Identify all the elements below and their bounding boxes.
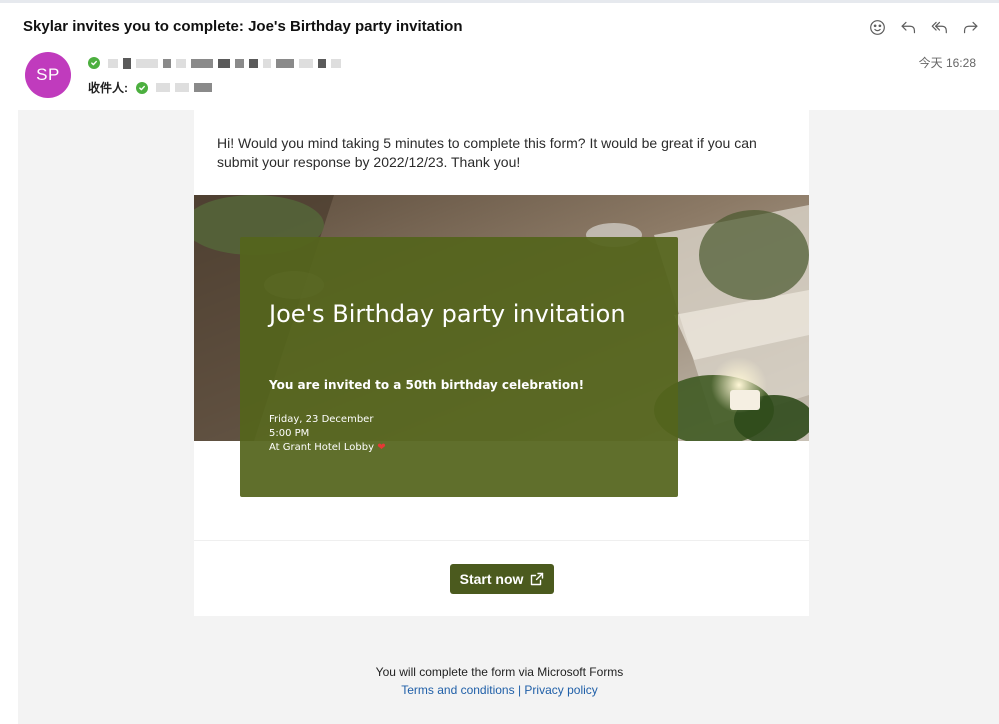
email-toolbar bbox=[867, 16, 981, 38]
section-divider bbox=[194, 540, 809, 541]
heart-icon: ❤ bbox=[377, 442, 386, 453]
emoji-icon[interactable] bbox=[867, 16, 888, 38]
external-link-icon bbox=[531, 572, 544, 586]
email-subject: Skylar invites you to complete: Joe's Bi… bbox=[23, 18, 463, 35]
event-time: 5:00 PM bbox=[269, 428, 310, 439]
link-separator: | bbox=[517, 683, 522, 697]
start-now-button[interactable]: Start now bbox=[450, 564, 554, 594]
event-details: Friday, 23 December 5:00 PM At Grant Hot… bbox=[269, 413, 386, 455]
recipient-label: 收件人: bbox=[88, 81, 128, 95]
forward-icon[interactable] bbox=[960, 16, 981, 38]
redacted-recipient-address[interactable] bbox=[156, 83, 212, 92]
footer-note: You will complete the form via Microsoft… bbox=[375, 665, 624, 679]
invite-message: Hi! Would you mind taking 5 minutes to c… bbox=[217, 135, 757, 170]
event-date: Friday, 23 December bbox=[269, 414, 374, 425]
invitation-subtitle: You are invited to a 50th birthday celeb… bbox=[269, 378, 585, 392]
terms-link[interactable]: Terms and conditions bbox=[401, 683, 514, 697]
invitation-overlay-panel bbox=[240, 237, 678, 497]
event-location: At Grant Hotel Lobby bbox=[269, 442, 374, 453]
reply-all-icon[interactable] bbox=[929, 16, 950, 38]
recipient-row: 收件人: bbox=[88, 79, 212, 96]
event-location-line: At Grant Hotel Lobby ❤ bbox=[269, 441, 386, 455]
window-top-border bbox=[0, 0, 999, 3]
reply-icon[interactable] bbox=[898, 16, 919, 38]
sender-row[interactable] bbox=[88, 57, 341, 69]
sender-avatar[interactable]: SP bbox=[25, 52, 71, 98]
verified-check-icon bbox=[136, 81, 148, 94]
redacted-sender-address bbox=[108, 57, 341, 69]
footer-links: Terms and conditions | Privacy policy bbox=[0, 683, 999, 697]
invitation-title: Joe's Birthday party invitation bbox=[269, 300, 626, 328]
start-now-label: Start now bbox=[459, 571, 524, 587]
received-timestamp: 今天 16:28 bbox=[918, 56, 976, 70]
privacy-link[interactable]: Privacy policy bbox=[524, 683, 597, 697]
verified-check-icon bbox=[88, 57, 100, 69]
